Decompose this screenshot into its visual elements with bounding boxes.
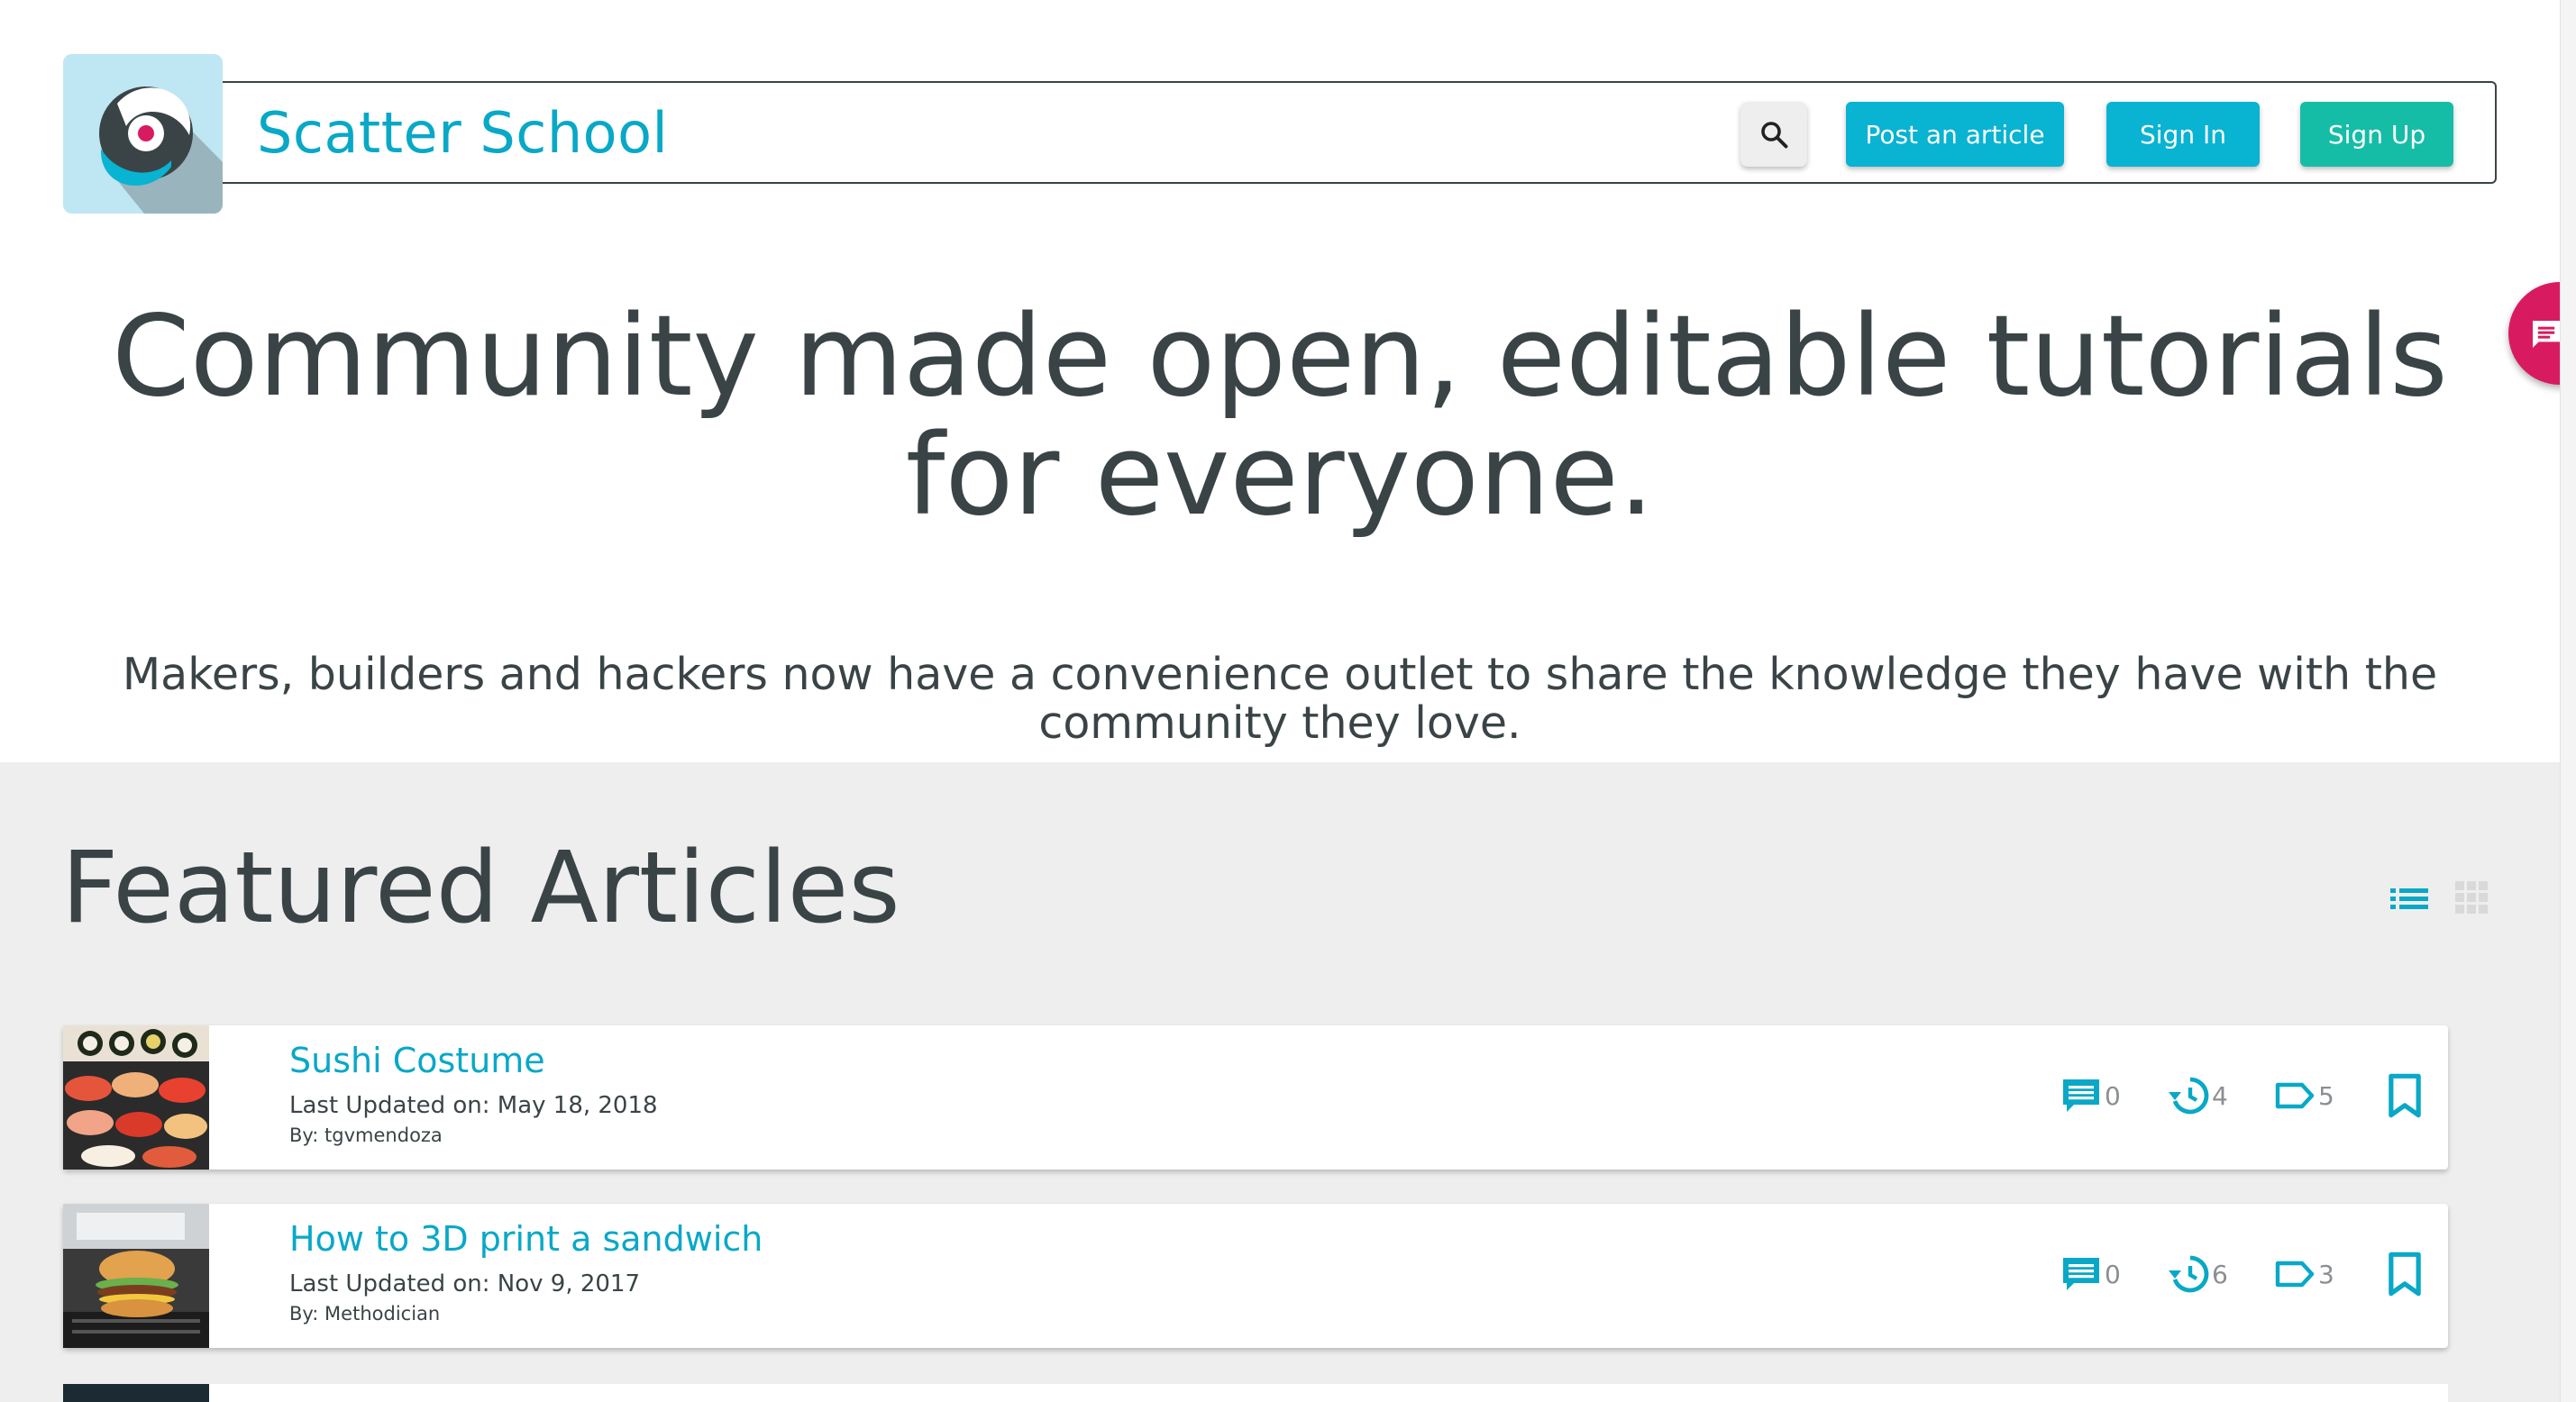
article-thumbnail[interactable] [63,1025,209,1170]
search-icon [1761,122,1788,149]
bookmark-icon [2389,1252,2421,1297]
comment-icon [2063,1079,2099,1112]
article-author: By: tgvmendoza [289,1124,443,1146]
article-card[interactable] [209,1384,2448,1402]
article-author: By: Methodician [289,1303,441,1325]
search-button[interactable] [1740,102,1807,167]
revision-count-value: 6 [2212,1259,2228,1289]
sign-up-button[interactable]: Sign Up [2300,102,2453,167]
tag-count-value: 5 [2318,1080,2334,1111]
sign-in-button[interactable]: Sign In [2106,102,2260,167]
chat-icon [2533,321,2560,348]
tag-count[interactable]: 3 [2273,1252,2334,1296]
comment-count-value: 0 [2105,1080,2121,1111]
grid-view-icon [2455,881,2488,914]
list-view-button[interactable] [2389,881,2430,921]
tag-icon [2275,1082,2315,1109]
tag-icon [2275,1261,2315,1288]
article-card[interactable]: Sushi Costume Last Updated on: May 18, 2… [63,1025,2448,1170]
article-last-updated: Last Updated on: May 18, 2018 [289,1092,658,1119]
revision-count[interactable]: 6 [2167,1252,2228,1296]
comment-count[interactable]: 0 [2060,1074,2121,1117]
sandwich-thumbnail-image [63,1204,209,1348]
featured-articles-heading: Featured Articles [61,830,900,945]
post-article-button[interactable]: Post an article [1846,102,2064,167]
grid-view-button[interactable] [2453,879,2489,919]
logo-swirl-icon [63,54,223,214]
bookmark-icon [2389,1073,2421,1118]
tag-count[interactable]: 5 [2273,1074,2334,1117]
hero-title: Community made open, editable tutorials … [112,292,2448,541]
revision-count-value: 4 [2212,1080,2228,1111]
page-scrollbar[interactable] [2560,0,2576,1402]
article-title[interactable]: How to 3D print a sandwich [289,1216,763,1261]
bookmark-button[interactable] [2385,1251,2425,1301]
sushi-thumbnail-image [63,1025,209,1170]
comment-count[interactable]: 0 [2060,1252,2121,1296]
article-card[interactable]: How to 3D print a sandwich Last Updated … [63,1204,2448,1348]
history-icon [2169,1077,2209,1115]
article-title[interactable]: Sushi Costume [289,1038,545,1083]
comment-icon [2063,1258,2099,1290]
list-view-icon [2390,888,2428,909]
comment-count-value: 0 [2105,1259,2121,1289]
article-thumbnail[interactable] [63,1204,209,1348]
history-icon [2169,1255,2209,1293]
brand-name[interactable]: Scatter School [257,97,668,169]
site-logo[interactable] [63,54,223,214]
article-thumbnail[interactable] [63,1384,209,1402]
article-last-updated: Last Updated on: Nov 9, 2017 [289,1270,641,1297]
hero-subtitle: Makers, builders and hackers now have a … [122,649,2438,749]
revision-count[interactable]: 4 [2167,1074,2228,1117]
tag-count-value: 3 [2318,1259,2334,1289]
bookmark-button[interactable] [2385,1072,2425,1123]
